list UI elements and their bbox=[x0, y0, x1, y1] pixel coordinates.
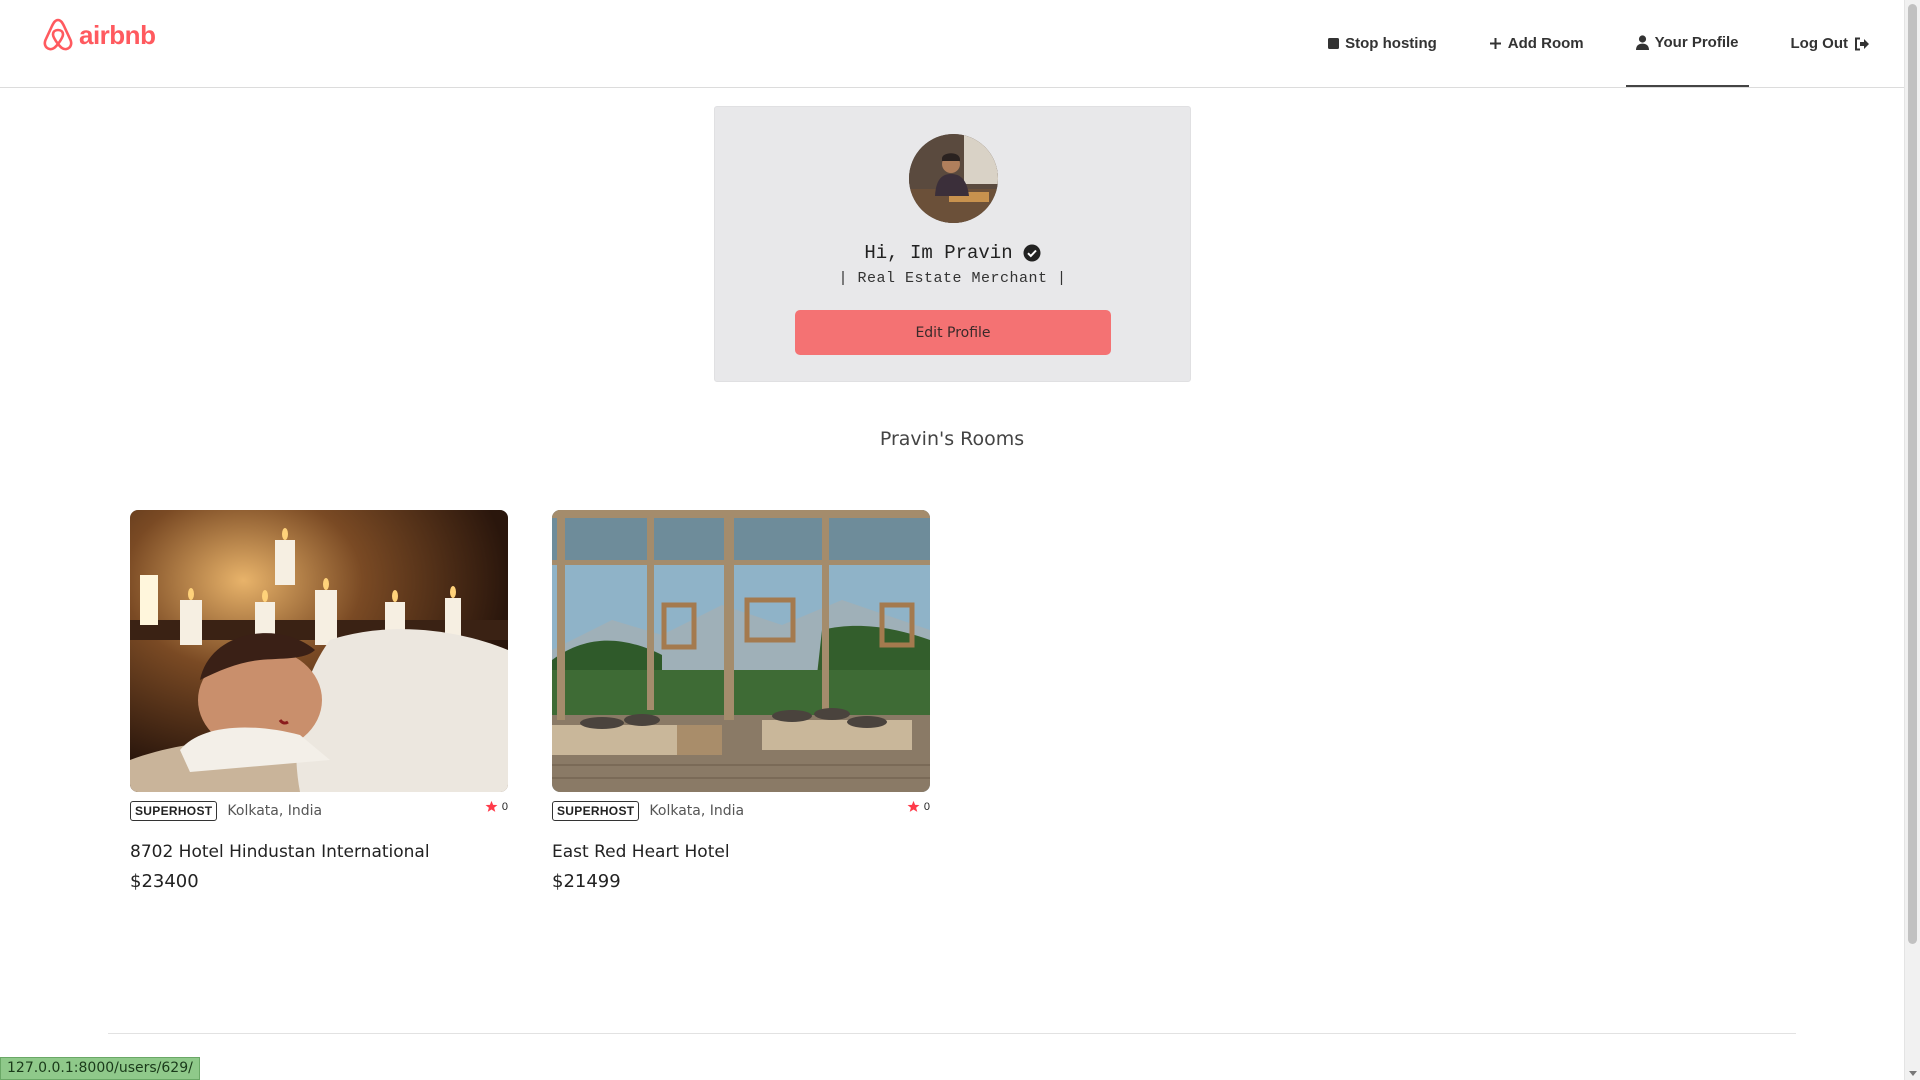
stop-square-icon bbox=[1328, 38, 1340, 49]
room-location: Kolkata, India bbox=[227, 803, 323, 819]
airbnb-logo[interactable]: airbnb bbox=[42, 17, 156, 53]
stop-hosting-label: Stop hosting bbox=[1345, 35, 1437, 52]
star-icon bbox=[485, 800, 498, 812]
edit-profile-button[interactable]: Edit Profile bbox=[795, 310, 1111, 355]
room-name[interactable]: 8702 Hotel Hindustan International bbox=[130, 842, 508, 862]
vertical-scrollbar[interactable] bbox=[1904, 0, 1920, 1080]
stop-hosting-link[interactable]: Stop hosting bbox=[1302, 0, 1463, 87]
page: airbnb Stop hosting Add Room Your Profil… bbox=[0, 0, 1920, 1080]
rating-value: 0 bbox=[501, 800, 508, 813]
room-price: $23400 bbox=[130, 871, 199, 892]
footer-divider bbox=[108, 1033, 1796, 1034]
nav-menu: Stop hosting Add Room Your Profile Log O… bbox=[1302, 0, 1904, 87]
rating-value: 0 bbox=[923, 800, 930, 813]
room-location: Kolkata, India bbox=[649, 803, 745, 819]
room-card[interactable]: SUPERHOST Kolkata, India 0 East Red Hear… bbox=[552, 510, 930, 892]
top-navbar: airbnb Stop hosting Add Room Your Profil… bbox=[0, 0, 1904, 88]
room-rating: 0 bbox=[907, 800, 930, 813]
room-photo[interactable] bbox=[552, 510, 930, 792]
airbnb-logo-icon bbox=[43, 18, 73, 51]
greeting-text: Hi, Im Pravin bbox=[864, 242, 1013, 264]
room-meta: SUPERHOST Kolkata, India 0 bbox=[130, 800, 508, 822]
sign-out-icon bbox=[1855, 37, 1869, 50]
superhost-badge: SUPERHOST bbox=[130, 801, 218, 821]
room-meta: SUPERHOST Kolkata, India 0 bbox=[552, 800, 930, 822]
avatar-photo bbox=[909, 134, 998, 223]
add-room-link[interactable]: Add Room bbox=[1463, 0, 1610, 87]
user-icon bbox=[1635, 35, 1649, 50]
add-room-label: Add Room bbox=[1507, 35, 1584, 52]
superhost-badge: SUPERHOST bbox=[552, 801, 640, 821]
scrollbar-thumb[interactable] bbox=[1908, 4, 1917, 944]
room-price: $21499 bbox=[552, 871, 621, 892]
plus-icon bbox=[1489, 38, 1501, 49]
link-status-bar: 127.0.0.1:8000/users/629/ bbox=[0, 1057, 200, 1080]
scroll-down-arrow-icon[interactable] bbox=[1909, 1071, 1917, 1076]
room-name[interactable]: East Red Heart Hotel bbox=[552, 842, 930, 862]
room-photo[interactable] bbox=[130, 510, 508, 792]
star-icon bbox=[907, 800, 920, 812]
your-profile-link[interactable]: Your Profile bbox=[1625, 0, 1749, 87]
log-out-link[interactable]: Log Out bbox=[1765, 0, 1904, 87]
profile-card: Hi, Im Pravin | Real Estate Merchant | E… bbox=[714, 106, 1191, 382]
avatar bbox=[909, 134, 998, 223]
profile-occupation: | Real Estate Merchant | bbox=[838, 270, 1067, 287]
room-rating: 0 bbox=[485, 800, 508, 813]
your-profile-label: Your Profile bbox=[1654, 34, 1739, 51]
verified-check-icon bbox=[1023, 244, 1041, 262]
spa-candles-photo bbox=[130, 510, 508, 792]
glass-pavilion-photo bbox=[552, 510, 930, 792]
logo-text: airbnb bbox=[79, 19, 156, 50]
log-out-label: Log Out bbox=[1790, 35, 1848, 52]
rooms-section-title: Pravin's Rooms bbox=[879, 428, 1025, 450]
profile-greeting: Hi, Im Pravin bbox=[715, 242, 1190, 264]
room-card[interactable]: SUPERHOST Kolkata, India 0 8702 Hotel Hi… bbox=[130, 510, 508, 892]
